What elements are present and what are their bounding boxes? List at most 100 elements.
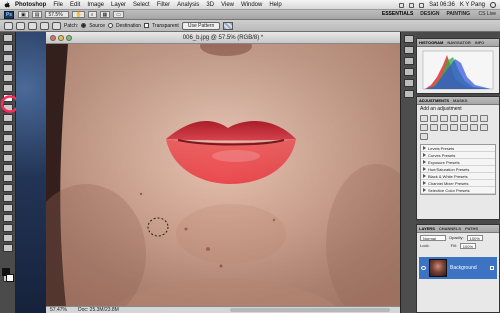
workspace-painting[interactable]: PAINTING [446, 11, 470, 17]
transparent-checkbox[interactable] [144, 23, 150, 28]
photo-filter-icon[interactable] [430, 124, 438, 131]
menu-view[interactable]: View [221, 2, 234, 8]
crop-tool-icon[interactable] [2, 74, 13, 82]
preset-channel-mixer[interactable]: Channel Mixer Presets [421, 180, 495, 187]
preset-black-white[interactable]: Black & White Presets [421, 173, 495, 180]
channel-mixer-icon[interactable] [440, 124, 448, 131]
vibrance-icon[interactable] [460, 115, 468, 122]
cs-live-button[interactable]: CS Live [478, 11, 496, 17]
intersect-selection-icon[interactable] [52, 21, 61, 30]
preset-exposure[interactable]: Exposure Presets [421, 159, 495, 166]
hand-tool-icon[interactable] [2, 234, 13, 242]
menu-analysis[interactable]: Analysis [177, 2, 199, 8]
blend-mode-select[interactable]: Normal [420, 235, 446, 241]
tab-navigator[interactable]: NAVIGATOR [447, 40, 470, 45]
threshold-icon[interactable] [470, 124, 478, 131]
character-panel-icon[interactable] [403, 79, 414, 87]
hand-tool-button[interactable]: ✋ [72, 11, 85, 18]
tab-channels[interactable]: CHANNELS [439, 226, 461, 231]
tab-layers[interactable]: LAYERS [419, 226, 435, 231]
dodge-tool-icon[interactable] [2, 164, 13, 172]
exposure-icon[interactable] [450, 115, 458, 122]
image-canvas[interactable] [46, 44, 400, 306]
battery-icon[interactable] [419, 2, 425, 8]
clone-source-panel-icon[interactable] [403, 68, 414, 76]
preset-selective-color[interactable]: Selective Color Presets [421, 187, 495, 194]
preset-curves[interactable]: Curves Presets [421, 152, 495, 159]
pen-tool-icon[interactable] [2, 174, 13, 182]
paragraph-panel-icon[interactable] [403, 90, 414, 98]
menu-filter[interactable]: Filter [157, 2, 170, 8]
hue-saturation-icon[interactable] [470, 115, 478, 122]
destination-radio[interactable] [108, 23, 114, 28]
screen-mode-button[interactable]: ▭ [113, 11, 124, 18]
menu-edit[interactable]: Edit [70, 2, 80, 8]
pattern-swatch[interactable] [223, 21, 234, 30]
gradient-map-icon[interactable] [480, 124, 488, 131]
eyedropper-tool-icon[interactable] [2, 84, 13, 92]
3d-rotate-tool-icon[interactable] [2, 214, 13, 222]
workspace-essentials[interactable]: ESSENTIALS [382, 11, 413, 17]
brush-panel-icon[interactable] [403, 57, 414, 65]
fill-field[interactable]: 100% [459, 243, 477, 249]
menu-3d[interactable]: 3D [206, 2, 214, 8]
history-panel-icon[interactable] [403, 35, 414, 43]
quick-selection-tool-icon[interactable] [2, 64, 13, 72]
tab-info[interactable]: INFO [475, 40, 485, 45]
status-doc-size[interactable]: Doc: 25.3M/23.8M [78, 307, 119, 313]
eraser-tool-icon[interactable] [2, 134, 13, 142]
opacity-field[interactable]: 100% [466, 235, 483, 241]
source-radio[interactable] [81, 23, 87, 28]
arrange-documents-button[interactable]: ▦ [99, 11, 111, 18]
visibility-eye-icon[interactable] [421, 266, 426, 270]
actions-panel-icon[interactable] [403, 46, 414, 54]
invert-icon[interactable] [450, 124, 458, 131]
minimize-window-icon[interactable] [58, 35, 64, 41]
menu-window[interactable]: Window [241, 2, 262, 8]
move-tool-icon[interactable] [2, 34, 13, 42]
black-white-icon[interactable] [420, 124, 428, 131]
zoom-tool-button[interactable]: ⌕ [87, 11, 97, 18]
preset-levels[interactable]: Levels Presets [421, 145, 495, 152]
tool-preset-picker[interactable] [4, 21, 13, 30]
3d-orbit-tool-icon[interactable] [2, 224, 13, 232]
menu-app-name[interactable]: Photoshop [15, 2, 46, 8]
subtract-selection-icon[interactable] [40, 21, 49, 30]
levels-icon[interactable] [430, 115, 438, 122]
gradient-tool-icon[interactable] [2, 144, 13, 152]
spotlight-icon[interactable] [490, 2, 496, 8]
brightness-contrast-icon[interactable] [420, 115, 428, 122]
curves-icon[interactable] [440, 115, 448, 122]
horizontal-scrollbar[interactable] [230, 308, 390, 312]
zoom-tool-icon[interactable] [2, 244, 13, 252]
tab-adjustments[interactable]: ADJUSTMENTS [419, 98, 449, 103]
zoom-level-select[interactable]: 57.5% [45, 11, 70, 18]
layer-row-background[interactable]: Background [419, 257, 497, 279]
menu-image[interactable]: Image [87, 2, 104, 8]
menu-user[interactable]: K Y Pang [460, 2, 485, 8]
tab-histogram[interactable]: HISTOGRAM [419, 40, 443, 45]
workspace-design[interactable]: DESIGN [420, 11, 439, 17]
tab-masks[interactable]: MASKS [453, 98, 467, 103]
menu-select[interactable]: Select [133, 2, 150, 8]
shape-tool-icon[interactable] [2, 204, 13, 212]
history-brush-tool-icon[interactable] [2, 124, 13, 132]
lasso-tool-icon[interactable] [2, 54, 13, 62]
preset-hue-saturation[interactable]: Hue/Saturation Presets [421, 166, 495, 173]
selective-color-icon[interactable] [420, 133, 428, 140]
status-zoom[interactable]: 57.47% [50, 307, 68, 313]
volume-icon[interactable] [409, 2, 415, 8]
apple-icon[interactable] [4, 1, 10, 8]
menu-help[interactable]: Help [269, 2, 281, 8]
add-selection-icon[interactable] [28, 21, 37, 30]
menu-file[interactable]: File [53, 2, 63, 8]
zoom-window-icon[interactable] [66, 35, 72, 41]
type-tool-icon[interactable] [2, 184, 13, 192]
menu-clock[interactable]: Sat 06:36 [429, 2, 455, 8]
mini-bridge-button[interactable]: ▤ [31, 11, 43, 18]
path-selection-tool-icon[interactable] [2, 194, 13, 202]
new-selection-icon[interactable] [16, 21, 25, 30]
bridge-button[interactable]: ▣ [18, 11, 29, 18]
color-balance-icon[interactable] [480, 115, 488, 122]
tab-paths[interactable]: PATHS [465, 226, 478, 231]
